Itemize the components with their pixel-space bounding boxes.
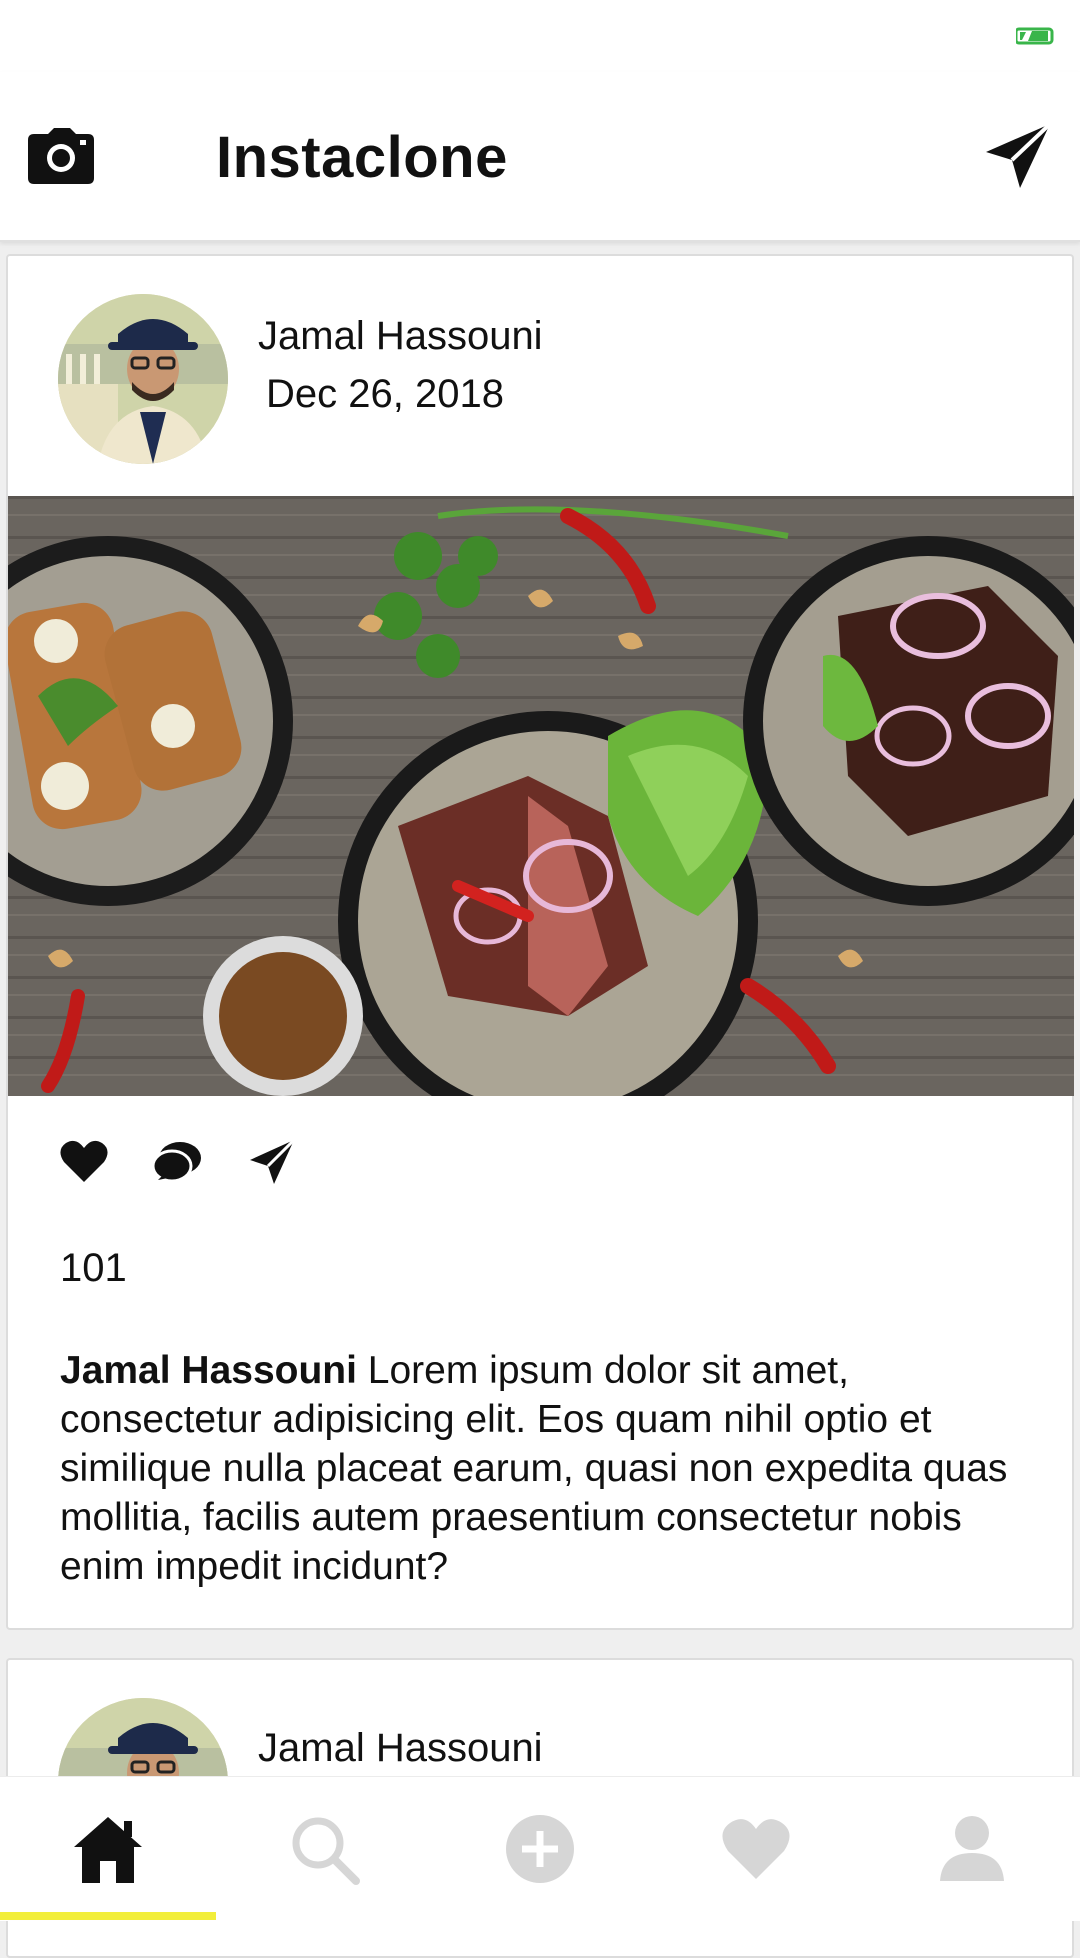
battery-icon — [1016, 27, 1054, 45]
avatar-image — [58, 294, 228, 464]
post-caption: Jamal Hassouni Lorem ipsum dolor sit ame… — [60, 1346, 1020, 1591]
search-icon — [292, 1817, 360, 1885]
share-icon[interactable] — [246, 1136, 298, 1188]
comment-icon[interactable] — [152, 1136, 204, 1188]
post-author[interactable]: Jamal Hassouni — [258, 314, 543, 359]
post-date: Dec 26, 2018 — [266, 372, 504, 416]
heart-icon — [722, 1819, 790, 1879]
plus-circle-icon — [506, 1815, 574, 1883]
nav-activity[interactable] — [648, 1777, 864, 1921]
nav-profile[interactable] — [864, 1777, 1080, 1921]
caption-author[interactable]: Jamal Hassouni — [60, 1349, 357, 1392]
heart-icon[interactable] — [58, 1136, 110, 1188]
post-image[interactable] — [8, 496, 1074, 1096]
food-bowls-photo — [8, 496, 1074, 1096]
top-app-bar: Instaclone — [0, 72, 1080, 242]
bottom-navigation — [0, 1776, 1080, 1921]
nav-search[interactable] — [216, 1777, 432, 1921]
post-card: Jamal Hassouni Dec 26, 2018 101 Jamal Ha… — [6, 254, 1074, 1630]
post-author[interactable]: Jamal Hassouni — [258, 1726, 543, 1771]
avatar[interactable] — [58, 294, 228, 464]
camera-icon[interactable] — [28, 128, 94, 184]
nav-add[interactable] — [432, 1777, 648, 1921]
active-tab-indicator — [0, 1912, 216, 1920]
app-title: Instaclone — [216, 125, 508, 190]
status-bar — [0, 0, 1080, 72]
post-actions — [58, 1136, 358, 1196]
home-icon — [74, 1817, 142, 1883]
send-icon[interactable] — [984, 122, 1052, 190]
nav-home[interactable] — [0, 1777, 216, 1921]
user-icon — [940, 1816, 1004, 1881]
like-count: 101 — [60, 1246, 127, 1290]
